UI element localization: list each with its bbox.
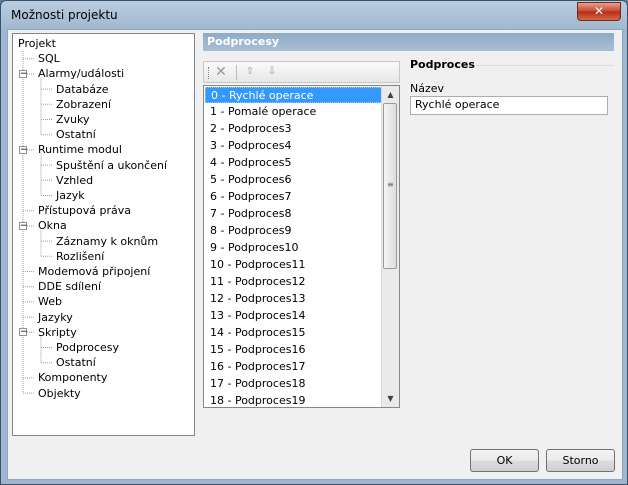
tree-item-label: Záznamy k oknům [56,234,159,248]
tree-item-web[interactable]: Web [36,294,64,309]
tree-item-vzhled[interactable]: Vzhled [54,173,95,188]
project-tree[interactable]: Projekt SQL Alarmy/události − Databáze Zobraz… [12,33,195,436]
move-up-icon[interactable]: ⇧ [242,64,258,80]
tree-item-alarmy-udalosti[interactable]: Alarmy/události [36,66,126,81]
list-item[interactable]: 7 - Podproces8 [205,206,383,222]
collapse-icon[interactable]: − [19,69,28,78]
tree-item-rozliseni[interactable]: Rozlišení [54,249,106,264]
toolbar-grip[interactable] [208,67,211,79]
tree-item-label: Web [38,295,62,309]
tree-item-okna[interactable]: Okna [36,218,69,233]
tree-item-label: DDE sdílení [38,280,102,294]
tree-item-label: Jazyk [56,189,85,202]
list-item[interactable]: 10 - Podproces11 [205,257,383,273]
list-item[interactable]: 16 - Podproces17 [205,359,383,375]
scroll-up-icon[interactable]: ▲ [382,86,399,103]
tree-item-modemova-pripojeni[interactable]: Modemová připojení [36,264,152,279]
list-item[interactable]: 2 - Podproces3 [205,121,383,137]
tree-item-label: Podprocesy [56,341,120,354]
tree-item-skripty[interactable]: Skripty [36,325,79,340]
tree-item-sql[interactable]: SQL [36,51,62,66]
list-scrollbar[interactable]: ▲ ≡ ▼ [381,86,399,407]
collapse-icon[interactable]: − [19,221,28,230]
tree-item-label: Spuštění a ukončení [56,158,168,172]
tree-item-komponenty[interactable]: Komponenty [36,370,109,385]
list-item[interactable]: 8 - Podproces9 [205,223,383,239]
tree-item-projekt[interactable]: Projekt [16,36,58,51]
title-bar[interactable]: Možnosti projektu ✕ [1,1,627,29]
list-item[interactable]: 14 - Podproces15 [205,325,383,341]
list-item[interactable]: 0 - Rychlé operace [205,87,383,103]
list-item[interactable]: 1 - Pomalé operace [205,104,383,120]
tree-item-label: Skripty [38,325,77,339]
tree-item-label: Objekty [38,386,81,400]
tree-item-objekty[interactable]: Objekty [36,386,83,401]
tree-item-label: Runtime modul [38,143,122,157]
close-icon: ✕ [593,4,605,18]
scroll-grip-icon: ≡ [387,180,394,189]
tree-item-zvuky[interactable]: Zvuky [54,112,92,127]
tree-item-label: Ostatní [56,356,96,370]
tree-item-databaze[interactable]: Databáze [54,82,111,97]
name-field[interactable]: Rychlé operace [410,96,608,115]
tree-item-label: Jazyky [38,310,73,324]
tree-item-label: Ostatní [56,128,96,142]
properties-divider [476,65,614,66]
close-button[interactable]: ✕ [577,2,621,21]
tree-item-ostatni[interactable]: Ostatní [54,127,98,142]
tree-item-zaznamy-k-oknum[interactable]: Záznamy k oknům [54,234,160,249]
tree-item-jazyky[interactable]: Jazyky [36,310,75,325]
tree-item-label: Zvuky [56,113,90,126]
tree-item-label: Zobrazení [56,97,112,111]
cancel-button[interactable]: Storno [546,449,615,472]
list-item[interactable]: 12 - Podproces13 [205,291,383,307]
list-item[interactable]: 18 - Podproces19 [205,393,383,407]
tree-item-zobrazeni[interactable]: Zobrazení [54,97,113,112]
list-item[interactable]: 11 - Podproces12 [205,274,383,290]
panel-header: Podprocesy [203,33,614,51]
dialog-client-area: Projekt SQL Alarmy/události − Databáze Zobraz… [7,29,623,480]
tree-item-jazyk[interactable]: Jazyk [54,188,87,203]
list-item[interactable]: 5 - Podproces6 [205,172,383,188]
properties-title: Podproces [410,58,475,71]
project-options-dialog: Možnosti projektu ✕ Projekt SQL Alarmy/udá… [0,0,628,485]
tree-item-label: Alarmy/události [38,67,125,81]
name-label: Název [410,82,445,95]
tree-item-label: Přístupová práva [38,204,131,218]
scroll-thumb[interactable]: ≡ [383,103,397,269]
subprocess-list[interactable]: 18 - Podproces19 17 - Podproces18 16 - Pod… [203,85,400,408]
tree-item-label: SQL [38,52,60,66]
tree-item-label: Vzhled [56,173,94,187]
window-title: Možnosti projektu [11,8,118,22]
tree-item-label: Projekt [18,37,56,50]
collapse-icon[interactable]: − [19,328,28,337]
list-item[interactable]: 15 - Podproces16 [205,342,383,358]
list-item[interactable]: 9 - Podproces10 [205,240,383,256]
tree-item-label: Komponenty [38,371,108,385]
delete-icon[interactable]: ✕ [213,64,229,80]
tree-item-label: Okna [38,219,67,233]
list-item[interactable]: 6 - Podproces7 [205,189,383,205]
tree-item-spusteni-a-ukonceni[interactable]: Spuštění a ukončení [54,158,169,173]
ok-button[interactable]: OK [470,449,539,472]
toolbar-separator [236,65,237,80]
tree-item-ostatni[interactable]: Ostatní [54,355,98,370]
tree-item-label: Databáze [56,82,109,96]
tree-item-label: Modemová připojení [38,265,151,278]
tree-item-dde-sdileni[interactable]: DDE sdílení [36,279,103,294]
tree-item-label: Rozlišení [56,249,105,263]
list-item[interactable]: 13 - Podproces14 [205,308,383,324]
collapse-icon[interactable]: − [19,145,28,154]
move-down-icon[interactable]: ⇩ [264,64,280,80]
scroll-down-icon[interactable]: ▼ [382,390,399,407]
list-toolbar: ✕ ⇧ ⇩ [203,61,400,83]
list-item[interactable]: 17 - Podproces18 [205,376,383,392]
tree-item-podprocesy[interactable]: Podprocesy [54,340,121,355]
tree-item-pristupova-prava[interactable]: Přístupová práva [36,203,133,218]
tree-item-runtime-modul[interactable]: Runtime modul [36,142,124,157]
list-item[interactable]: 4 - Podproces5 [205,155,383,171]
list-item[interactable]: 3 - Podproces4 [205,138,383,154]
